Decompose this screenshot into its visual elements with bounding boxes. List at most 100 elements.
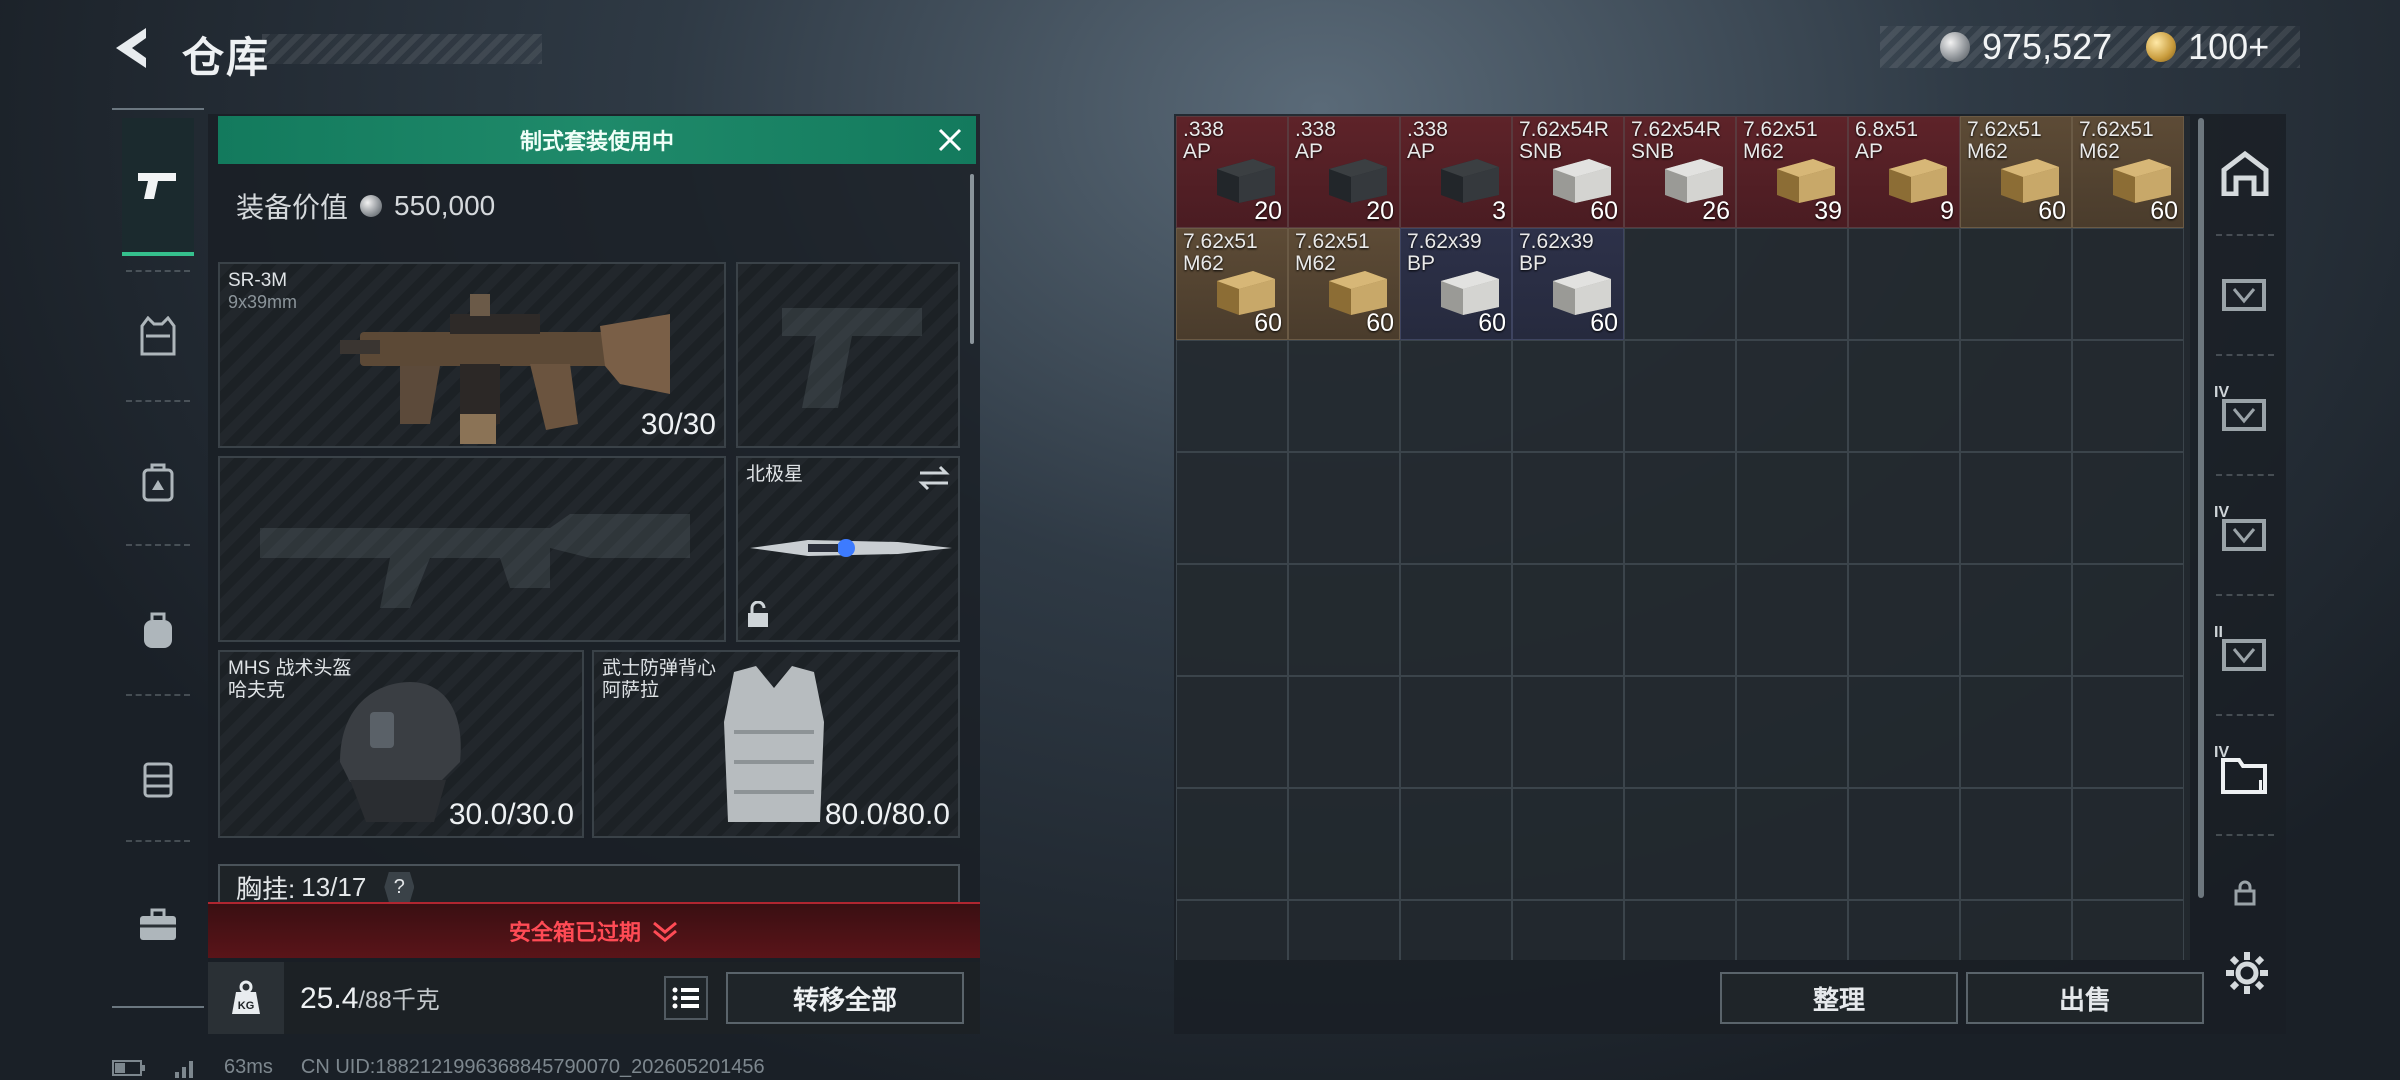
stash-item[interactable]: 7.62x51 M62 60 bbox=[1288, 228, 1400, 340]
empty-stash-cell[interactable] bbox=[1960, 564, 2072, 676]
empty-stash-cell[interactable] bbox=[1848, 788, 1960, 900]
empty-stash-cell[interactable] bbox=[1736, 452, 1848, 564]
empty-stash-cell[interactable] bbox=[1400, 676, 1512, 788]
stash-item[interactable]: 7.62x39 BP 60 bbox=[1400, 228, 1512, 340]
empty-stash-cell[interactable] bbox=[1512, 340, 1624, 452]
empty-stash-cell[interactable] bbox=[1736, 564, 1848, 676]
help-icon[interactable]: ? bbox=[384, 872, 415, 902]
empty-stash-cell[interactable] bbox=[1960, 676, 2072, 788]
empty-stash-cell[interactable] bbox=[1512, 452, 1624, 564]
list-view-button[interactable] bbox=[664, 976, 708, 1020]
sort-button[interactable]: 整理 bbox=[1720, 972, 1958, 1024]
empty-stash-cell[interactable] bbox=[1288, 452, 1400, 564]
empty-stash-cell[interactable] bbox=[1736, 228, 1848, 340]
empty-stash-cell[interactable] bbox=[1176, 564, 1288, 676]
empty-stash-cell[interactable] bbox=[1848, 564, 1960, 676]
stash-item[interactable]: 7.62x51 M62 60 bbox=[1960, 116, 2072, 228]
empty-stash-cell[interactable] bbox=[1624, 676, 1736, 788]
empty-stash-cell[interactable] bbox=[1960, 340, 2072, 452]
empty-stash-cell[interactable] bbox=[2072, 452, 2184, 564]
stash-item[interactable]: 7.62x54R SNB 60 bbox=[1512, 116, 1624, 228]
stash-item[interactable]: .338 AP 20 bbox=[1176, 116, 1288, 228]
empty-stash-cell[interactable] bbox=[1512, 900, 1624, 960]
stash-tab-4[interactable]: II bbox=[2212, 622, 2278, 688]
stash-tab-2[interactable]: IV bbox=[2212, 382, 2278, 448]
empty-stash-cell[interactable] bbox=[1624, 564, 1736, 676]
helmet-slot[interactable]: MHS 战术头盔 哈夫克 30.0/30.0 bbox=[218, 650, 584, 838]
empty-stash-cell[interactable] bbox=[1176, 676, 1288, 788]
empty-stash-cell[interactable] bbox=[2072, 228, 2184, 340]
empty-stash-cell[interactable] bbox=[1400, 564, 1512, 676]
empty-stash-cell[interactable] bbox=[1736, 340, 1848, 452]
armor-slot[interactable]: 武士防弹背心 阿萨拉 80.0/80.0 bbox=[592, 650, 960, 838]
empty-stash-cell[interactable] bbox=[1736, 900, 1848, 960]
close-icon[interactable] bbox=[934, 124, 966, 156]
empty-stash-cell[interactable] bbox=[1176, 900, 1288, 960]
empty-stash-cell[interactable] bbox=[1960, 900, 2072, 960]
stash-tab-1[interactable] bbox=[2212, 262, 2278, 328]
nav-tools[interactable] bbox=[122, 888, 194, 960]
safe-box-expired-banner[interactable]: 安全箱已过期 bbox=[208, 902, 980, 958]
stash-item[interactable]: .338 AP 3 bbox=[1400, 116, 1512, 228]
stash-tab-3[interactable]: IV bbox=[2212, 502, 2278, 568]
empty-stash-cell[interactable] bbox=[1848, 228, 1960, 340]
empty-stash-cell[interactable] bbox=[1736, 788, 1848, 900]
empty-stash-cell[interactable] bbox=[1624, 900, 1736, 960]
empty-stash-cell[interactable] bbox=[1624, 788, 1736, 900]
settings-gear-icon[interactable] bbox=[2224, 950, 2270, 1001]
empty-stash-cell[interactable] bbox=[1960, 788, 2072, 900]
empty-stash-cell[interactable] bbox=[1288, 564, 1400, 676]
melee-slot[interactable]: 北极星 bbox=[736, 456, 960, 642]
empty-stash-cell[interactable] bbox=[1400, 340, 1512, 452]
empty-stash-cell[interactable] bbox=[1848, 900, 1960, 960]
stash-item[interactable]: 7.62x51 M62 60 bbox=[2072, 116, 2184, 228]
empty-stash-cell[interactable] bbox=[1624, 340, 1736, 452]
empty-stash-cell[interactable] bbox=[2072, 788, 2184, 900]
sell-button[interactable]: 出售 bbox=[1966, 972, 2204, 1024]
empty-stash-cell[interactable] bbox=[1288, 788, 1400, 900]
empty-stash-cell[interactable] bbox=[1848, 452, 1960, 564]
loadout-scrollbar[interactable] bbox=[970, 174, 974, 344]
empty-stash-cell[interactable] bbox=[2072, 900, 2184, 960]
stash-item[interactable]: 6.8x51 AP 9 bbox=[1848, 116, 1960, 228]
back-arrow-icon[interactable] bbox=[110, 24, 154, 72]
empty-stash-cell[interactable] bbox=[1288, 340, 1400, 452]
empty-stash-cell[interactable] bbox=[1176, 340, 1288, 452]
empty-stash-cell[interactable] bbox=[1848, 340, 1960, 452]
nav-armor[interactable] bbox=[122, 300, 194, 372]
nav-chest-rig[interactable] bbox=[122, 742, 194, 814]
empty-stash-cell[interactable] bbox=[1400, 900, 1512, 960]
stash-item[interactable]: 7.62x39 BP 60 bbox=[1512, 228, 1624, 340]
stash-tab-0[interactable] bbox=[2212, 142, 2278, 208]
secondary-weapon-slot[interactable] bbox=[218, 456, 726, 642]
stash-item[interactable]: 7.62x51 M62 60 bbox=[1176, 228, 1288, 340]
empty-stash-cell[interactable] bbox=[2072, 676, 2184, 788]
empty-stash-cell[interactable] bbox=[1176, 788, 1288, 900]
empty-stash-cell[interactable] bbox=[1960, 452, 2072, 564]
primary-weapon-slot[interactable]: SR-3M 9x39mm 30/30 bbox=[218, 262, 726, 448]
pistol-slot[interactable] bbox=[736, 262, 960, 448]
empty-stash-cell[interactable] bbox=[1512, 788, 1624, 900]
transfer-all-button[interactable]: 转移全部 bbox=[726, 972, 964, 1024]
empty-stash-cell[interactable] bbox=[1512, 676, 1624, 788]
empty-stash-cell[interactable] bbox=[1400, 788, 1512, 900]
swap-icon[interactable] bbox=[918, 464, 950, 497]
empty-stash-cell[interactable] bbox=[1176, 452, 1288, 564]
empty-stash-cell[interactable] bbox=[1400, 452, 1512, 564]
empty-stash-cell[interactable] bbox=[1288, 676, 1400, 788]
empty-stash-cell[interactable] bbox=[1512, 564, 1624, 676]
empty-stash-cell[interactable] bbox=[1624, 228, 1736, 340]
stash-item[interactable]: 7.62x51 M62 39 bbox=[1736, 116, 1848, 228]
stash-item[interactable]: 7.62x54R SNB 26 bbox=[1624, 116, 1736, 228]
empty-stash-cell[interactable] bbox=[1624, 452, 1736, 564]
empty-stash-cell[interactable] bbox=[1960, 228, 2072, 340]
stash-tab-6[interactable] bbox=[2212, 862, 2278, 928]
stash-tab-5[interactable]: IV bbox=[2212, 742, 2278, 808]
empty-stash-cell[interactable] bbox=[1736, 676, 1848, 788]
stash-item[interactable]: .338 AP 20 bbox=[1288, 116, 1400, 228]
empty-stash-cell[interactable] bbox=[2072, 564, 2184, 676]
empty-stash-cell[interactable] bbox=[2072, 340, 2184, 452]
nav-weapons[interactable] bbox=[122, 118, 194, 256]
nav-helmet[interactable] bbox=[122, 446, 194, 518]
empty-stash-cell[interactable] bbox=[1848, 676, 1960, 788]
